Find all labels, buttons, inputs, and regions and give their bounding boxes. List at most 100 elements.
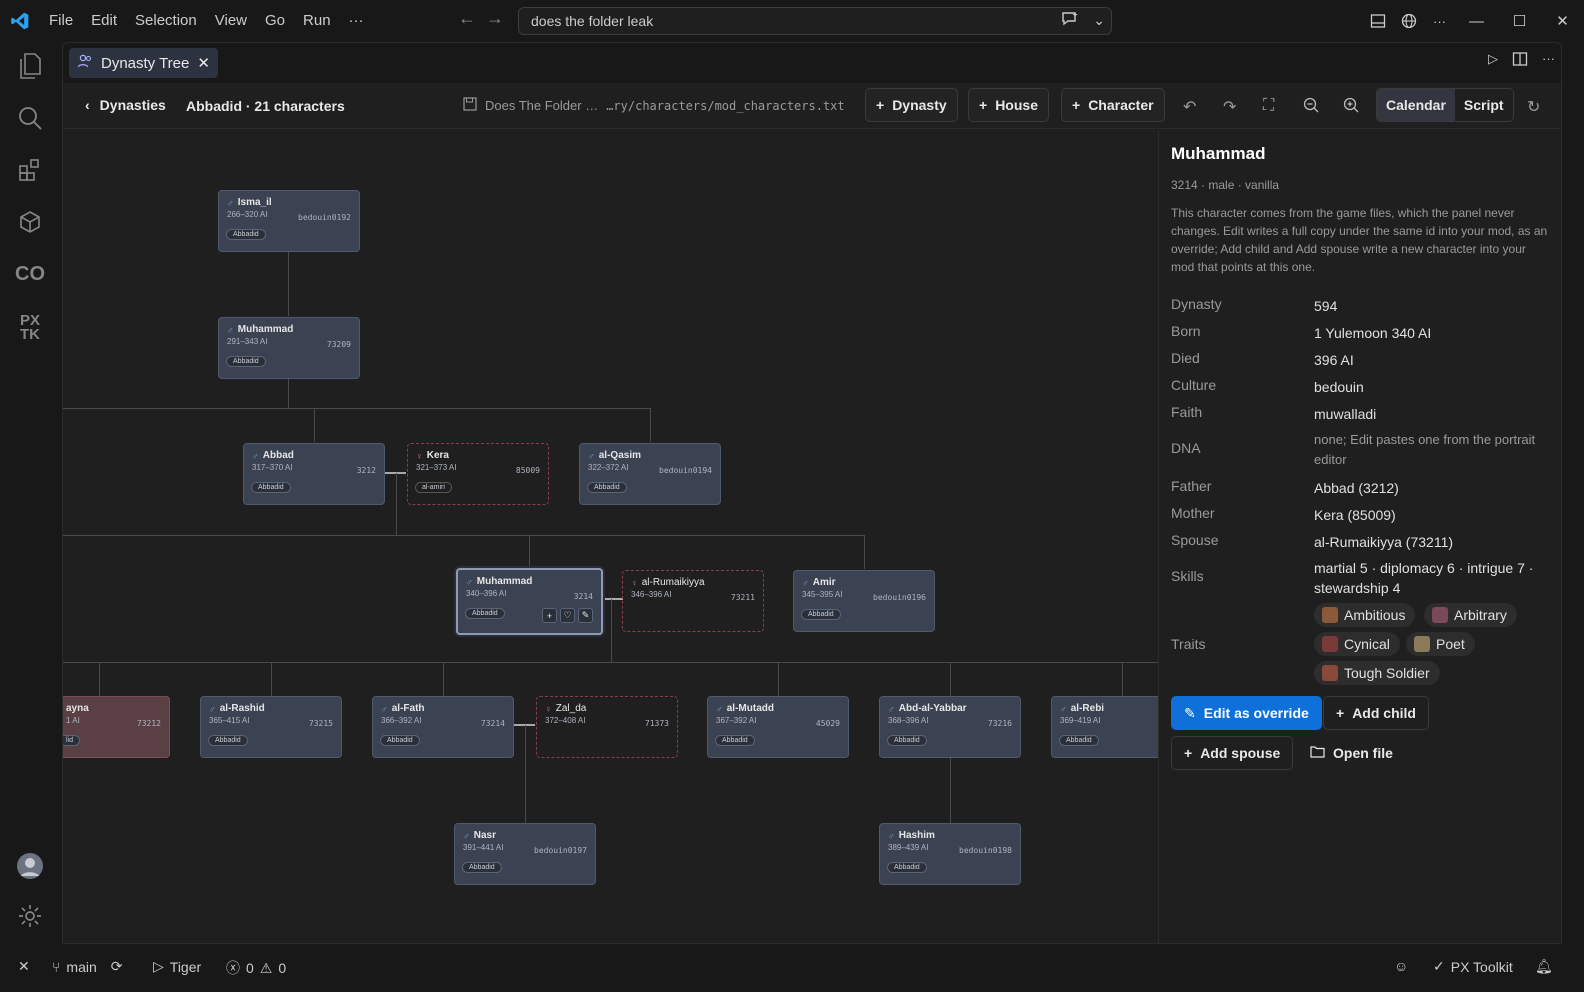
character-node[interactable]: ♂ Hashim 389–439 AI bedouin0198 Abbadid [879, 823, 1021, 885]
mother-link[interactable]: Kera (85009) [1314, 505, 1554, 525]
layout-toggle-icon[interactable] [1362, 13, 1393, 29]
editor-more-icon[interactable]: ··· [1542, 51, 1555, 70]
female-icon: ♀ [416, 450, 423, 461]
field-label: Skills [1171, 568, 1204, 584]
open-file-button[interactable]: Open file [1297, 736, 1406, 770]
house-tag: Abbadid [801, 609, 841, 620]
refresh-icon[interactable]: ↻ [1527, 97, 1540, 117]
character-node[interactable]: ♂ Isma_il 266–320 AI bedouin0192 Abbadid [218, 190, 360, 252]
close-icon[interactable]: ✕ [1541, 12, 1584, 30]
menu-view[interactable]: View [206, 0, 256, 42]
add-dynasty-button[interactable]: + Dynasty [865, 88, 958, 122]
selected-character-node[interactable]: ♂ Muhammad 340–396 AI 3214 Abbadid + ♡ ✎ [456, 568, 603, 635]
open-file-label: Open file [1333, 745, 1393, 761]
minimize-icon[interactable]: — [1455, 13, 1498, 30]
field-label: Spouse [1171, 532, 1219, 548]
run-icon[interactable]: ▷ [1488, 51, 1498, 70]
trait-chip[interactable]: Cynical [1314, 632, 1400, 656]
menu-edit[interactable]: Edit [82, 0, 126, 42]
character-node[interactable]: ♂ Abbad 317–370 AI 3212 Abbadid [243, 443, 385, 505]
px-toolkit-status[interactable]: ✓ PX Toolkit [1433, 958, 1513, 975]
search-icon[interactable] [14, 102, 46, 134]
problems-indicator[interactable]: ⓧ 0 ⚠ 0 [226, 958, 286, 978]
chevron-down-icon[interactable]: ⌄ [1093, 12, 1105, 29]
package-icon[interactable] [14, 206, 46, 238]
file-path[interactable]: Does The Folder … …ry/characters/mod_cha… [463, 97, 845, 114]
edit-pencil-icon[interactable]: ✎ [578, 608, 593, 623]
chat-icon[interactable] [1061, 11, 1079, 30]
px-toolkit-icon[interactable]: PX TK [14, 312, 46, 344]
node-name: Muhammad [237, 324, 294, 335]
add-spouse-button[interactable]: + Add spouse [1171, 736, 1294, 770]
globe-icon[interactable] [1393, 13, 1424, 29]
character-node[interactable]: ♂ al-Rebi 369–419 AI Abbadid [1051, 696, 1158, 758]
menu-selection[interactable]: Selection [126, 0, 206, 42]
back-arrow-icon[interactable]: ← [458, 8, 476, 29]
menu-go[interactable]: Go [256, 0, 294, 42]
more-icon[interactable]: ··· [1424, 14, 1455, 29]
add-child-button[interactable]: + Add child [1323, 696, 1429, 730]
male-icon: ♂ [252, 450, 259, 461]
character-node[interactable]: ♂ al-Mutadd 367–392 AI 45029 Abbadid [707, 696, 849, 758]
character-node[interactable]: ♂ Abd-al-Yabbar 368–396 AI 73216 Abbadid [879, 696, 1021, 758]
command-center-search[interactable]: does the folder leak ⌄ [518, 7, 1112, 35]
field-label: Born [1171, 323, 1201, 339]
character-node[interactable]: ♂ al-Fath 366–392 AI 73214 Abbadid [372, 696, 514, 758]
play-icon: ▷ [153, 958, 164, 974]
trait-chip[interactable]: Poet [1406, 632, 1475, 656]
node-name: Hashim [898, 830, 935, 841]
avatar[interactable] [14, 850, 46, 882]
maximize-icon[interactable]: ☐ [1498, 12, 1541, 30]
character-node[interactable]: ♂ al-Qasim 322–372 AI bedouin0194 Abbadid [579, 443, 721, 505]
add-icon[interactable]: + [542, 608, 557, 623]
connector-line [650, 408, 651, 442]
menu-file[interactable]: File [40, 0, 82, 42]
spouse-node[interactable]: ♀ Zal_da 372–408 AI 71373 [536, 696, 678, 758]
menu-run[interactable]: Run [294, 0, 340, 42]
spouse-node[interactable]: ♀ Kera 321–373 AI 85009 al-amiri [407, 443, 549, 505]
tab-dynasty-tree[interactable]: Dynasty Tree ✕ [69, 48, 218, 78]
run-target[interactable]: ▷ Tiger [153, 958, 201, 975]
father-link[interactable]: Abbad (3212) [1314, 478, 1554, 498]
edit-as-override-button[interactable]: ✎ Edit as override [1171, 696, 1322, 730]
back-to-dynasties[interactable]: ‹ Dynasties [85, 97, 166, 113]
settings-gear-icon[interactable] [14, 900, 46, 932]
add-character-button[interactable]: + Character [1061, 88, 1165, 122]
house-tag: Abbadid [226, 356, 266, 367]
add-house-button[interactable]: + House [968, 88, 1049, 122]
tab-close-icon[interactable]: ✕ [197, 54, 210, 72]
character-node[interactable]: ♂ Nasr 391–441 AI bedouin0197 Abbadid [454, 823, 596, 885]
trait-chip[interactable]: Ambitious [1314, 603, 1416, 627]
connector-line [1122, 662, 1123, 696]
trait-chip[interactable]: Arbitrary [1424, 603, 1517, 627]
spouse-node[interactable]: ♀ al-Rumaikiyya 346–396 AI 73211 [622, 570, 764, 632]
script-toggle[interactable]: Script [1455, 89, 1513, 121]
explorer-icon[interactable] [14, 50, 46, 82]
character-node[interactable]: ayna 1 AI 73212 lid [63, 696, 170, 758]
character-node[interactable]: ♂ al-Rashid 365–415 AI 73215 Abbadid [200, 696, 342, 758]
character-node[interactable]: ♂ Amir 345–395 AI bedouin0196 Abbadid [793, 570, 935, 632]
undo-icon[interactable]: ↶ [1183, 97, 1196, 117]
female-icon: ♀ [631, 577, 638, 588]
fit-view-icon[interactable]: ⛶ [1263, 97, 1274, 115]
dynasty-tree-canvas[interactable]: ♂ Isma_il 266–320 AI bedouin0192 Abbadid … [63, 130, 1158, 943]
character-node[interactable]: ♂ Muhammad 291–343 AI 73209 Abbadid [218, 317, 360, 379]
menu-more[interactable]: ··· [340, 0, 373, 42]
copilot-icon[interactable]: ☺ [1394, 958, 1408, 974]
co-extension-icon[interactable]: CO [14, 258, 46, 290]
split-editor-icon[interactable] [1512, 51, 1528, 70]
forward-arrow-icon[interactable]: → [486, 8, 504, 29]
zoom-in-icon[interactable] [1343, 97, 1359, 118]
redo-icon[interactable]: ↷ [1223, 97, 1236, 117]
branch-indicator[interactable]: ⑂ main ⟳ [52, 958, 123, 975]
spouse-link[interactable]: al-Rumaikiyya (73211) [1314, 532, 1554, 552]
people-icon [77, 53, 93, 73]
remote-icon[interactable]: ✕ [18, 958, 30, 975]
zoom-out-icon[interactable] [1303, 97, 1319, 118]
chevron-left-icon: ‹ [85, 97, 90, 113]
bell-icon[interactable]: 🔔︎ [1535, 958, 1553, 975]
extensions-icon[interactable] [14, 154, 46, 186]
calendar-toggle[interactable]: Calendar [1377, 89, 1455, 121]
trait-chip[interactable]: Tough Soldier [1314, 661, 1440, 685]
heart-icon[interactable]: ♡ [560, 608, 575, 623]
